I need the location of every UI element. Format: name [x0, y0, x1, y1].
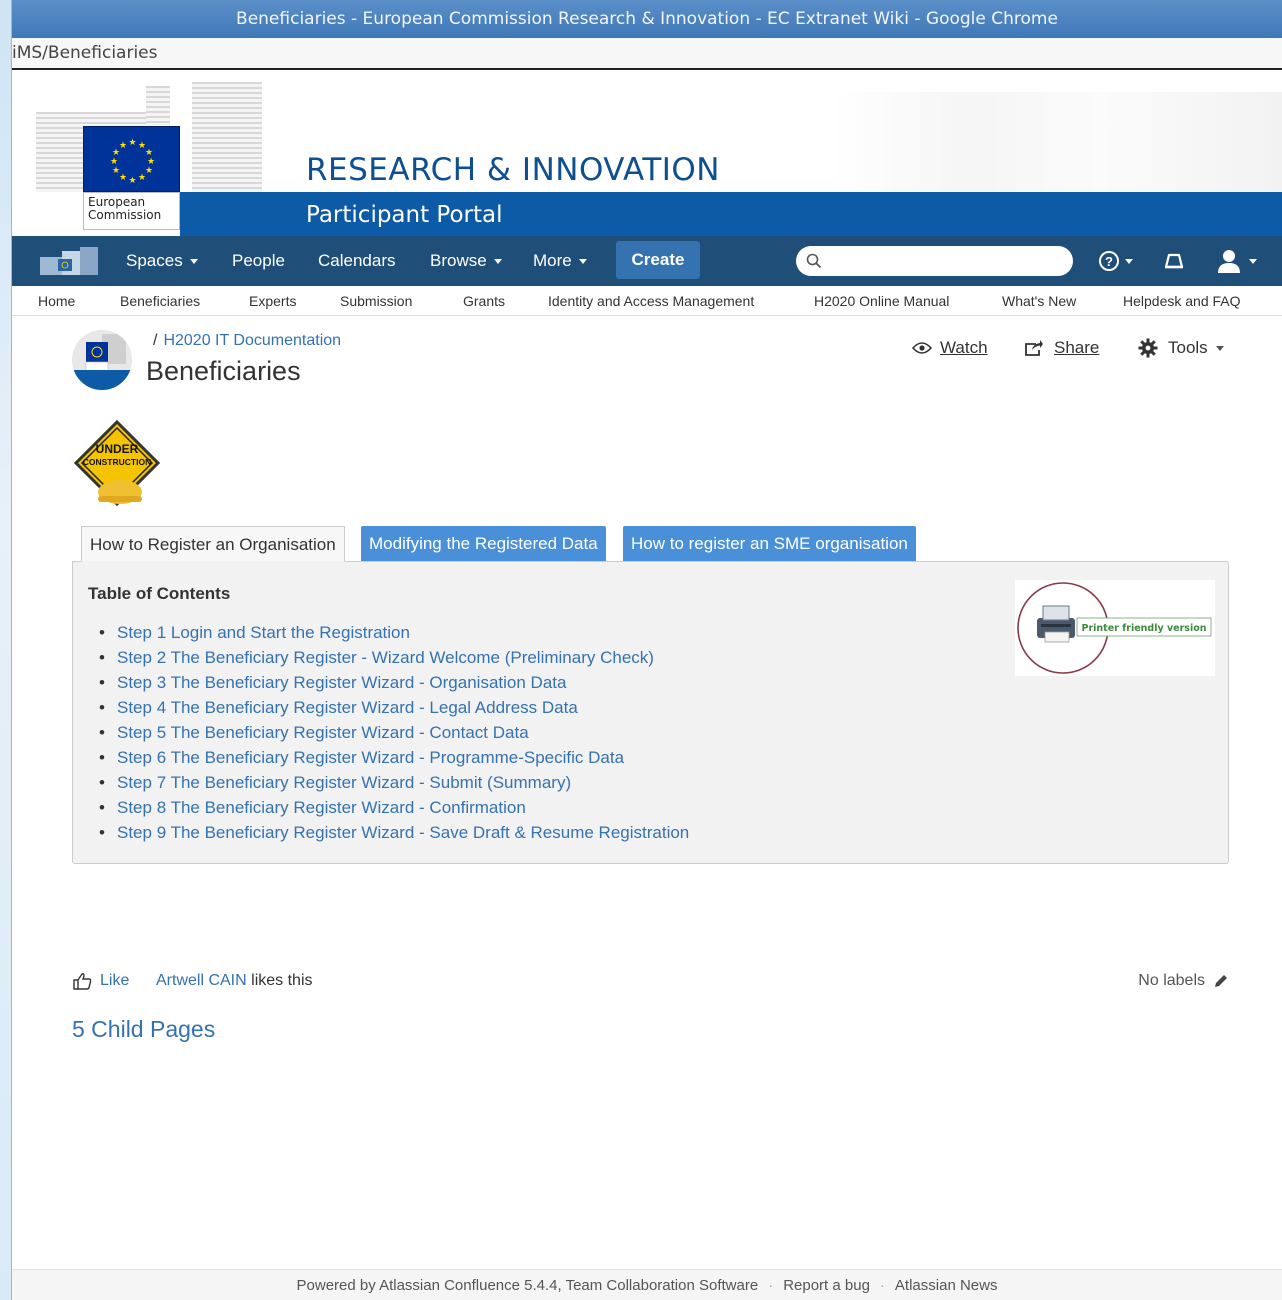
page-viewport: ★ ★ ★ ★ ★ ★ ★ ★ ★ ★ ★ ★ European Commiss…: [12, 72, 1282, 1300]
page-title: Beneficiaries: [146, 356, 301, 386]
nav-more[interactable]: More: [533, 236, 587, 286]
user-menu[interactable]: [1216, 236, 1257, 286]
help-icon: ?: [1099, 251, 1119, 271]
breadcrumb-link[interactable]: H2020 IT Documentation: [163, 332, 341, 349]
nav-browse[interactable]: Browse: [430, 236, 502, 286]
ec-banner: ★ ★ ★ ★ ★ ★ ★ ★ ★ ★ ★ ★ European Commiss…: [12, 72, 1282, 236]
create-button[interactable]: Create: [616, 241, 700, 279]
eye-icon: [912, 342, 932, 354]
chevron-down-icon: [578, 259, 587, 265]
child-pages-toggle[interactable]: 5 Child Pages: [72, 1016, 215, 1043]
page-footer: Powered by Atlassian Confluence 5.4.4, T…: [12, 1269, 1282, 1300]
tab-register-sme[interactable]: How to register an SME organisation: [623, 526, 916, 562]
address-url: iMS/Beneficiaries: [12, 43, 158, 63]
search-field[interactable]: [796, 246, 1073, 276]
breadcrumb: / H2020 IT Documentation: [153, 332, 342, 349]
toc-item[interactable]: Step 7 The Beneficiary Register Wizard -…: [99, 770, 689, 795]
svg-text:★: ★: [119, 173, 127, 183]
share-button[interactable]: Share: [1024, 338, 1099, 358]
toc-item[interactable]: Step 9 The Beneficiary Register Wizard -…: [99, 820, 689, 845]
toc-item[interactable]: Step 8 The Beneficiary Register Wizard -…: [99, 795, 689, 820]
help-menu[interactable]: ?: [1098, 236, 1133, 286]
toc-item[interactable]: Step 6 The Beneficiary Register Wizard -…: [99, 745, 689, 770]
toc-list: Step 1 Login and Start the Registration …: [99, 620, 689, 845]
notifications-button[interactable]: [1163, 236, 1185, 286]
tab-register-organisation[interactable]: How to Register an Organisation: [81, 526, 345, 562]
svg-text:Printer friendly version: Printer friendly version: [1081, 623, 1206, 634]
share-icon: [1025, 340, 1043, 356]
printer-friendly-button[interactable]: Printer friendly version: [1015, 580, 1215, 676]
window-title: Beneficiaries - European Commission Rese…: [236, 9, 1058, 29]
svg-text:CONSTRUCTION: CONSTRUCTION: [83, 457, 151, 467]
space-logo[interactable]: [72, 330, 132, 390]
submenu-identity-access[interactable]: Identity and Access Management: [548, 286, 754, 316]
submenu-experts[interactable]: Experts: [249, 286, 296, 316]
liker-link[interactable]: Artwell CAIN: [156, 972, 247, 989]
notifications-icon: [1164, 253, 1184, 269]
user-icon: [1218, 250, 1240, 273]
ec-logo-text: European Commission: [83, 192, 180, 230]
gear-icon: [1138, 338, 1158, 358]
chevron-down-icon: [1125, 258, 1133, 264]
nav-people[interactable]: People: [232, 236, 285, 286]
search-icon: [806, 253, 822, 269]
chevron-down-icon: [1215, 345, 1224, 351]
like-button[interactable]: Like: [72, 972, 129, 990]
window-title-bar: Beneficiaries - European Commission Rese…: [12, 0, 1282, 38]
footer-atlassian-news[interactable]: Atlassian News: [895, 1277, 998, 1294]
submenu-online-manual[interactable]: H2020 Online Manual: [814, 286, 949, 316]
thumbs-up-icon: [73, 973, 92, 990]
nav-spaces[interactable]: Spaces: [126, 236, 198, 286]
watch-button[interactable]: Watch: [912, 338, 988, 358]
toc-item[interactable]: Step 2 The Beneficiary Register - Wizard…: [99, 645, 689, 670]
tab-panel: Table of Contents Step 1 Login and Start…: [72, 561, 1229, 864]
submenu-grants[interactable]: Grants: [463, 286, 505, 316]
portal-submenu: Home Beneficiaries Experts Submission Gr…: [12, 286, 1282, 316]
submenu-beneficiaries[interactable]: Beneficiaries: [120, 286, 200, 316]
chevron-down-icon: [493, 259, 502, 265]
footer-report-bug[interactable]: Report a bug: [783, 1277, 870, 1294]
confluence-logo-icon[interactable]: [38, 245, 102, 277]
svg-text:★: ★: [138, 173, 146, 183]
svg-text:★: ★: [128, 176, 136, 186]
toc-item[interactable]: Step 5 The Beneficiary Register Wizard -…: [99, 720, 689, 745]
pencil-icon: [1215, 975, 1227, 987]
svg-text:★: ★: [110, 157, 118, 167]
chevron-down-icon: [1249, 258, 1257, 264]
tab-modifying-registered-data[interactable]: Modifying the Registered Data: [361, 526, 606, 562]
banner-subtitle: Participant Portal: [306, 202, 503, 228]
address-bar[interactable]: iMS/Beneficiaries: [12, 38, 1282, 70]
like-section: Like Artwell CAIN likes this No labels: [72, 972, 1229, 996]
banner-title: RESEARCH & INNOVATION: [306, 152, 720, 188]
tools-menu[interactable]: Tools: [1138, 338, 1224, 358]
svg-text:★: ★: [119, 141, 127, 151]
chevron-down-icon: [189, 259, 198, 265]
desktop-background: [0, 0, 12, 1300]
submenu-helpdesk[interactable]: Helpdesk and FAQ: [1123, 286, 1241, 316]
likes-summary: Artwell CAIN likes this: [156, 972, 313, 989]
svg-text:★: ★: [128, 138, 136, 148]
nav-calendars[interactable]: Calendars: [318, 236, 396, 286]
submenu-home[interactable]: Home: [38, 286, 75, 316]
labels-section[interactable]: No labels: [1138, 972, 1229, 990]
footer-powered-by[interactable]: Powered by Atlassian Confluence 5.4.4, T…: [297, 1277, 759, 1294]
submenu-whats-new[interactable]: What's New: [1002, 286, 1076, 316]
top-navigation: Spaces People Calendars Browse More Crea…: [12, 236, 1282, 286]
submenu-submission[interactable]: Submission: [340, 286, 412, 316]
toc-item[interactable]: Step 3 The Beneficiary Register Wizard -…: [99, 670, 689, 695]
printer-icon: [1037, 605, 1075, 643]
toc-title: Table of Contents: [88, 584, 231, 603]
search-input[interactable]: [828, 246, 1068, 276]
svg-text:★: ★: [145, 166, 153, 176]
svg-text:UNDER: UNDER: [96, 442, 139, 456]
svg-text:★: ★: [112, 166, 120, 176]
under-construction-icon: UNDER CONSTRUCTION: [73, 419, 161, 512]
toc-item[interactable]: Step 1 Login and Start the Registration: [99, 620, 689, 645]
svg-text:?: ?: [1105, 254, 1113, 269]
toc-item[interactable]: Step 4 The Beneficiary Register Wizard -…: [99, 695, 689, 720]
eu-flag-icon: ★ ★ ★ ★ ★ ★ ★ ★ ★ ★ ★ ★: [83, 126, 180, 192]
